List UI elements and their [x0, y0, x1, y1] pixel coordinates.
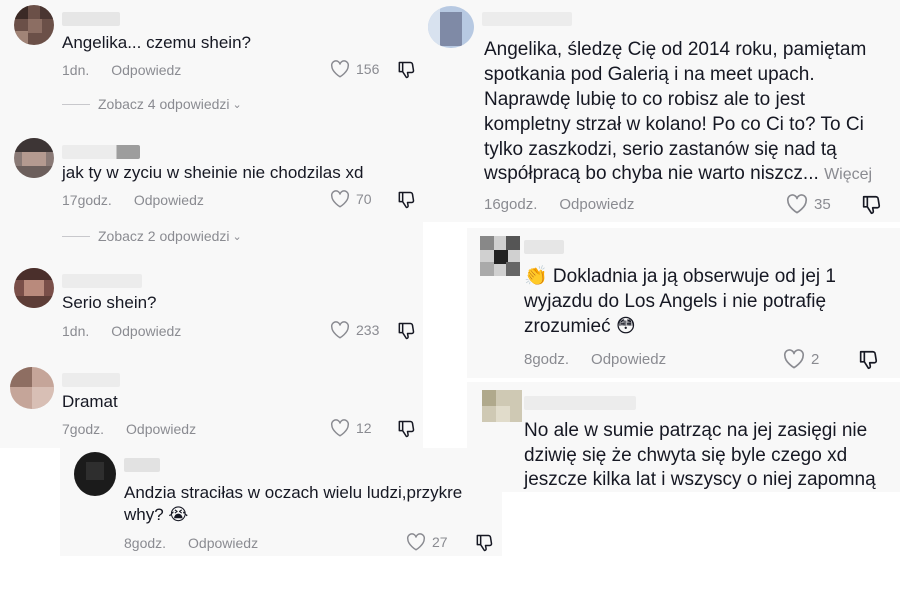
username-blurred[interactable] [524, 240, 564, 254]
comment-text-line: Angelika, śledzę Cię od 2014 roku, pamię… [484, 39, 867, 60]
reply-button[interactable]: Odpowiedz [559, 196, 634, 213]
comment-text-line: Naprawdę lubię to co robisz ale to jest [484, 89, 806, 110]
dislike-button[interactable] [396, 60, 416, 85]
username-blurred[interactable] [62, 274, 142, 288]
comment-text-line: why? 😭 [124, 505, 189, 524]
thumbs-down-icon [859, 350, 878, 370]
comment-text: Serio shein? [62, 293, 157, 312]
dislike-button[interactable] [860, 194, 882, 221]
comment-text-line: spotkania pod Galerią i na meet upach. [484, 64, 815, 85]
like-count: 233 [356, 322, 380, 338]
reply-button[interactable]: Odpowiedz [111, 62, 181, 78]
avatar[interactable] [74, 452, 116, 496]
comment-time: 16godz. [484, 196, 538, 213]
like-button[interactable]: 27 [406, 533, 448, 551]
comment-meta: 7godz. Odpowiedz [62, 421, 196, 437]
username-blurred[interactable] [524, 396, 636, 410]
dislike-button[interactable] [857, 349, 879, 376]
comment-meta: 8godz. Odpowiedz [124, 535, 258, 551]
like-button[interactable]: 2 [783, 349, 819, 369]
comment-text-line: 👏 Dokladnia ja ją obserwuje od jej 1 [524, 266, 836, 287]
reply-button[interactable]: Odpowiedz [591, 351, 666, 368]
dislike-button[interactable] [396, 419, 416, 444]
avatar[interactable] [14, 268, 54, 308]
comment-meta: 8godz. Odpowiedz [524, 351, 666, 368]
dislike-button[interactable] [396, 190, 416, 215]
like-button[interactable]: 233 [330, 321, 379, 339]
thumbs-down-icon [398, 191, 415, 209]
heart-outline-icon [331, 190, 349, 208]
comment-time: 1dn. [62, 323, 90, 339]
comment-time: 8godz. [524, 351, 570, 368]
like-count: 2 [811, 350, 820, 368]
chevron-down-icon: ⌄ [232, 98, 242, 111]
thumbs-down-icon [476, 534, 493, 552]
comment-time: 17godz. [62, 192, 112, 208]
see-more-link[interactable]: Więcej [824, 166, 872, 183]
username-blurred[interactable] [124, 458, 160, 472]
comment-time: 8godz. [124, 535, 167, 551]
comment-text-line: tylko zaszkodzi, serio zastanów się nad … [484, 139, 837, 160]
like-button[interactable]: 35 [786, 194, 831, 214]
username-blurred[interactable] [62, 12, 120, 26]
view-replies-label: Zobacz 4 odpowiedzi [98, 96, 230, 112]
reply-button[interactable]: Odpowiedz [111, 323, 181, 339]
avatar[interactable] [14, 5, 54, 45]
like-button[interactable]: 12 [330, 419, 372, 437]
comment-meta: 17godz. Odpowiedz [62, 192, 204, 208]
thumbs-down-icon [398, 420, 415, 438]
like-count: 12 [356, 420, 372, 436]
avatar[interactable] [428, 6, 474, 48]
comment-text: jak ty w zyciu w sheinie nie chodzilas x… [62, 163, 364, 182]
heart-outline-icon [783, 349, 805, 369]
heart-outline-icon [331, 321, 349, 339]
heart-outline-icon [331, 60, 349, 78]
reply-button[interactable]: Odpowiedz [126, 421, 196, 437]
comment-text-last-line: współpracą bo chyba nie warto niszcz... … [484, 161, 872, 188]
comment-meta: 1dn. Odpowiedz [62, 62, 181, 78]
comment-meta: 1dn. Odpowiedz [62, 323, 181, 339]
comment-text-line: współpracą bo chyba nie warto niszcz... [484, 163, 819, 184]
comment-text-line: wyjazdu do Los Angels i nie potrafię [524, 291, 827, 312]
thumbs-down-icon [398, 322, 415, 340]
avatar[interactable] [482, 390, 522, 422]
like-count: 70 [356, 191, 372, 207]
heart-outline-icon [786, 194, 808, 214]
comment-text-line: No ale w sumie patrząc na jej zasięgi ni… [524, 420, 868, 441]
view-replies-button[interactable]: Zobacz 4 odpowiedzi ⌄ [62, 96, 242, 112]
avatar[interactable] [480, 236, 520, 276]
comment-text-line: dziwię się że chwyta się byle czego xd [524, 445, 848, 466]
dislike-button[interactable] [396, 321, 416, 346]
avatar[interactable] [10, 367, 54, 409]
view-replies-label: Zobacz 2 odpowiedzi [98, 228, 230, 244]
username-blurred[interactable] [482, 12, 572, 26]
avatar[interactable] [14, 138, 54, 178]
username-blurred[interactable] [62, 373, 120, 387]
like-button[interactable]: 70 [330, 190, 372, 208]
heart-outline-icon [331, 419, 349, 437]
heart-outline-icon [407, 533, 425, 551]
divider-line [62, 103, 90, 105]
like-count: 35 [814, 195, 831, 213]
thumbs-down-icon [862, 195, 881, 215]
chevron-down-icon: ⌄ [232, 230, 242, 243]
like-button[interactable]: 156 [330, 60, 379, 78]
comment-time: 1dn. [62, 62, 90, 78]
username-blurred[interactable] [62, 145, 140, 159]
like-count: 156 [356, 61, 380, 77]
reply-button[interactable]: Odpowiedz [188, 535, 258, 551]
thumbs-down-icon [398, 61, 415, 79]
comment-text: Angelika... czemu shein? [62, 33, 251, 52]
comment-time: 7godz. [62, 421, 105, 437]
comment-text: Dramat [62, 392, 118, 411]
comment-text-line: kompletny strzał w kolano! Po co Ci to? … [484, 114, 864, 135]
divider-line [62, 235, 90, 237]
reply-button[interactable]: Odpowiedz [134, 192, 204, 208]
dislike-button[interactable] [474, 533, 494, 558]
view-replies-button[interactable]: Zobacz 2 odpowiedzi ⌄ [62, 228, 242, 244]
comment-text-line: jeszcze kilka lat i wszyscy o niej zapom… [524, 469, 876, 490]
comment-text-line: zrozumieć 😳 [524, 316, 636, 337]
comment-meta: 16godz. Odpowiedz [484, 196, 634, 213]
like-count: 27 [432, 534, 448, 550]
